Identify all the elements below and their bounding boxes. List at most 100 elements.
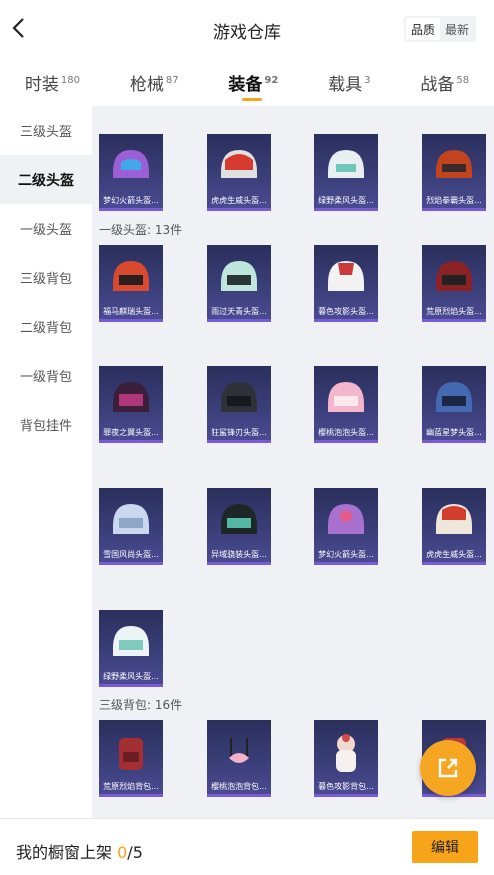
helmet-icon <box>430 374 478 422</box>
item-name: 樱桃泡泡头盔... <box>318 428 374 437</box>
item-name: 幽蓝星梦头盔... <box>426 428 482 437</box>
subcategory-sidebar: 三级头盔 二级头盔 一级头盔 三级背包 二级背包 一级背包 背包挂件 <box>0 106 92 818</box>
item-card[interactable]: 暮色攻影头盔... <box>314 245 378 322</box>
item-name: 暮色攻影头盔... <box>318 307 374 316</box>
helmet-icon <box>107 142 155 190</box>
item-card[interactable]: 幽蓝星梦头盔... <box>422 366 486 443</box>
share-fab-button[interactable] <box>420 740 476 796</box>
edit-button[interactable]: 编辑 <box>412 831 478 863</box>
sidebar-item-helmet-lv3[interactable]: 三级头盔 <box>0 106 92 155</box>
item-card[interactable]: 绿野柔风头盔... <box>314 134 378 211</box>
sort-newest-option[interactable]: 最新 <box>440 18 474 40</box>
helmet-icon <box>322 374 370 422</box>
item-name: 绿野柔风头盔... <box>318 196 374 205</box>
tab-fashion[interactable]: 时装 180 <box>25 70 80 95</box>
item-card[interactable]: 暮色攻影背包... <box>314 720 378 797</box>
tab-firearms[interactable]: 枪械 87 <box>130 70 179 95</box>
helmet-icon <box>322 142 370 190</box>
item-card[interactable]: 荒原烈焰背包... <box>99 720 163 797</box>
active-tab-indicator <box>242 98 263 101</box>
item-name: 罪夜之翼头盔... <box>103 428 159 437</box>
item-name: 雪国风尚头盔... <box>103 550 159 559</box>
tab-label: 战备 <box>420 75 455 95</box>
sort-toggle[interactable]: 品质 最新 <box>404 16 476 42</box>
sidebar-item-helmet-lv2[interactable]: 二级头盔 <box>0 155 92 204</box>
showcase-total-count: /5 <box>127 843 143 862</box>
helmet-icon <box>215 142 263 190</box>
item-card[interactable]: 福马麒瑞头盔... <box>99 245 163 322</box>
backpack-icon <box>322 728 370 776</box>
helmet-icon <box>215 253 263 301</box>
helmet-icon <box>215 496 263 544</box>
item-name: 梦幻火箭头盔... <box>103 196 159 205</box>
item-name: 异域骁装头盔... <box>211 550 267 559</box>
tab-label: 时装 <box>24 75 59 95</box>
item-name: 虎虎生威头盔... <box>426 550 482 559</box>
helmet-icon <box>107 253 155 301</box>
item-card[interactable]: 梦幻火箭头盔... <box>314 488 378 565</box>
item-card[interactable]: 烈焰拳霸头盔... <box>422 134 486 211</box>
item-name: 狂鲨锋刃头盔... <box>211 428 267 437</box>
showcase-label: 我的橱窗上架 <box>16 843 113 862</box>
item-name: 福马麒瑞头盔... <box>103 307 159 316</box>
tab-count: 87 <box>165 75 179 86</box>
helmet-icon <box>215 374 263 422</box>
showcase-current-count: 0 <box>117 843 128 862</box>
item-name: 绿野柔风头盔... <box>103 672 159 681</box>
backpack-icon <box>107 728 155 776</box>
section-header-helmet-lv1: 一级头盔: 13件 <box>99 223 183 237</box>
item-name: 烈焰拳霸头盔... <box>426 196 482 205</box>
helmet-icon <box>430 496 478 544</box>
item-card[interactable]: 荒原烈焰头盔... <box>422 245 486 322</box>
item-card[interactable]: 梦幻火箭头盔... <box>99 134 163 211</box>
helmet-icon <box>107 496 155 544</box>
tab-count: 92 <box>264 75 279 86</box>
item-card[interactable]: 异域骁装头盔... <box>207 488 271 565</box>
item-card[interactable]: 雪国风尚头盔... <box>99 488 163 565</box>
showcase-counter: 我的橱窗上架 0/5 <box>16 839 143 863</box>
sidebar-item-backpack-lv1[interactable]: 一级背包 <box>0 351 92 400</box>
backpack-icon <box>215 728 263 776</box>
sidebar-item-helmet-lv1[interactable]: 一级头盔 <box>0 204 92 253</box>
helmet-icon <box>322 253 370 301</box>
top-bar: 游戏仓库 品质 最新 <box>0 0 494 58</box>
item-card[interactable]: 樱桃泡泡背包... <box>207 720 271 797</box>
tab-count: 3 <box>364 75 371 86</box>
item-grid: 梦幻火箭头盔... 虎虎生威头盔... 绿野柔风头盔... 烈焰拳霸头盔... … <box>92 106 494 818</box>
tab-vehicles[interactable]: 载具 3 <box>328 70 370 95</box>
sort-quality-option[interactable]: 品质 <box>406 18 440 40</box>
item-name: 暮色攻影背包... <box>318 782 374 791</box>
item-name: 樱桃泡泡背包... <box>211 782 267 791</box>
sidebar-item-backpack-pendant[interactable]: 背包挂件 <box>0 400 92 449</box>
item-name: 虎虎生威头盔... <box>211 196 267 205</box>
sidebar-item-backpack-lv2[interactable]: 二级背包 <box>0 302 92 351</box>
item-card[interactable]: 绿野柔风头盔... <box>99 610 163 687</box>
helmet-icon <box>322 496 370 544</box>
item-name: 荒原烈焰背包... <box>103 782 159 791</box>
sidebar-item-backpack-lv3[interactable]: 三级背包 <box>0 253 92 302</box>
helmet-icon <box>107 618 155 666</box>
bottom-bar: 我的橱窗上架 0/5 编辑 <box>0 818 494 875</box>
item-card[interactable]: 虎虎生威头盔... <box>207 134 271 211</box>
category-tabs: 时装 180 枪械 87 装备 92 载具 3 战备 58 <box>0 58 494 106</box>
item-name: 雨过天青头盔... <box>211 307 267 316</box>
helmet-icon <box>107 374 155 422</box>
tab-count: 180 <box>60 75 80 86</box>
item-card[interactable]: 虎虎生威头盔... <box>422 488 486 565</box>
item-card[interactable]: 雨过天青头盔... <box>207 245 271 322</box>
item-name: 荒原烈焰头盔... <box>426 307 482 316</box>
item-card[interactable]: 狂鲨锋刃头盔... <box>207 366 271 443</box>
item-card[interactable]: 樱桃泡泡头盔... <box>314 366 378 443</box>
item-card[interactable]: 罪夜之翼头盔... <box>99 366 163 443</box>
tab-count: 58 <box>456 75 470 86</box>
helmet-icon <box>430 142 478 190</box>
helmet-icon <box>430 253 478 301</box>
tab-label: 枪械 <box>129 75 164 95</box>
tab-equipment[interactable]: 装备 92 <box>228 70 279 101</box>
item-name: 梦幻火箭头盔... <box>318 550 374 559</box>
tab-label: 载具 <box>328 75 363 95</box>
tab-label: 装备 <box>228 75 263 95</box>
share-out-icon <box>438 758 458 778</box>
tab-combat-prep[interactable]: 战备 58 <box>420 70 469 95</box>
section-header-backpack-lv3: 三级背包: 16件 <box>99 698 183 712</box>
